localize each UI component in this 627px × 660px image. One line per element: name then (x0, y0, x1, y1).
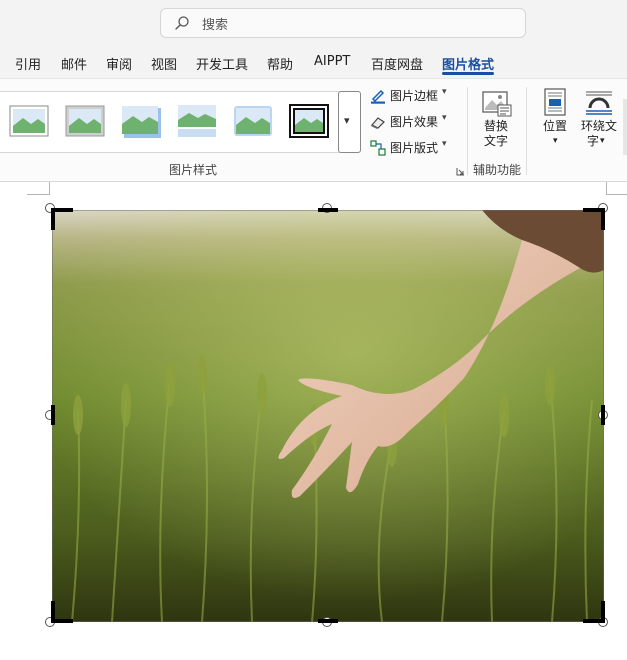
position-label: 位置 (543, 119, 568, 133)
margin-corner-mark (607, 194, 627, 195)
margin-corner-mark (606, 182, 607, 195)
ribbon-tabs: 引用 邮件 审阅 视图 开发工具 帮助 AIPPT 百度网盘 图片格式 (0, 46, 627, 78)
gallery-more-button[interactable]: ▾ (338, 91, 361, 153)
picture-layout-label: 图片版式 (390, 141, 439, 155)
chevron-down-icon: ▾ (344, 114, 350, 127)
crop-handle-top-left[interactable] (51, 208, 55, 230)
picture-styles-gallery (0, 91, 345, 153)
effects-icon (371, 117, 385, 129)
active-tab-indicator (442, 72, 494, 75)
search-icon (175, 16, 189, 30)
picture-style-reflected[interactable] (177, 104, 217, 138)
picture-style-simple-frame[interactable] (9, 104, 49, 138)
crop-handle-top[interactable] (318, 208, 338, 212)
crop-handle-right[interactable] (601, 405, 605, 425)
layout-icon (370, 140, 386, 156)
picture-style-drop-shadow[interactable] (121, 104, 161, 138)
picture-style-black-frame[interactable] (289, 104, 329, 138)
chevron-down-icon: ▾ (600, 136, 605, 146)
chevron-down-icon: ▾ (442, 87, 447, 97)
crop-handle-bottom-right[interactable] (601, 601, 605, 623)
tab-aippt[interactable]: AIPPT (314, 54, 350, 69)
group-label-accessibility: 辅助功能 (473, 163, 522, 177)
crop-handle-bottom-left[interactable] (51, 601, 55, 623)
tab-help[interactable]: 帮助 (267, 54, 293, 73)
tab-developer[interactable]: 开发工具 (196, 54, 248, 73)
crop-handle-left[interactable] (51, 405, 55, 425)
group-label-picture-styles: 图片样式 (169, 163, 218, 177)
ribbon-panel: ▾ 图片边框 ▾ 图片效果 ▾ 图片版式 ▾ 图片样式 替换 文字 辅助功能 位… (0, 78, 627, 182)
position-icon (544, 88, 566, 116)
wrap-text-label-line2: 字 (587, 134, 600, 148)
margin-corner-mark (49, 182, 50, 195)
wrap-text-icon (586, 91, 612, 115)
search-box[interactable]: 搜索 (160, 8, 526, 38)
title-bar: 搜索 (0, 0, 627, 46)
crop-handle-bottom[interactable] (318, 619, 338, 623)
tab-references[interactable]: 引用 (15, 54, 41, 73)
selected-picture-wheat-field-hand[interactable] (52, 210, 604, 622)
picture-style-beveled[interactable] (65, 104, 105, 138)
alt-text-label-line2: 文字 (484, 134, 509, 148)
chevron-down-icon: ▾ (442, 113, 447, 123)
chevron-down-icon: ▾ (553, 136, 558, 146)
picture-effects-label: 图片效果 (390, 115, 439, 129)
picture-border-label: 图片边框 (390, 89, 439, 103)
dialog-launcher-icon[interactable] (456, 167, 465, 176)
alt-text-label-line1: 替换 (484, 119, 509, 133)
chevron-down-icon: ▾ (442, 139, 447, 149)
group-divider (467, 87, 468, 175)
tab-mailings[interactable]: 邮件 (61, 54, 87, 73)
tab-review[interactable]: 审阅 (106, 54, 132, 73)
tab-view[interactable]: 视图 (151, 54, 177, 73)
tab-picture-format[interactable]: 图片格式 (442, 54, 494, 73)
crop-handle-top-right[interactable] (601, 208, 605, 230)
pen-border-icon (371, 89, 385, 104)
group-divider (526, 87, 527, 175)
alt-text-icon (482, 91, 512, 117)
ribbon-overflow-edge (623, 99, 627, 155)
picture-style-soft-edge[interactable] (233, 104, 273, 138)
search-placeholder: 搜索 (202, 18, 229, 33)
tab-baidu-netdisk[interactable]: 百度网盘 (371, 54, 423, 73)
wrap-text-label-line1: 环绕文 (581, 119, 618, 133)
margin-corner-mark (27, 194, 49, 195)
